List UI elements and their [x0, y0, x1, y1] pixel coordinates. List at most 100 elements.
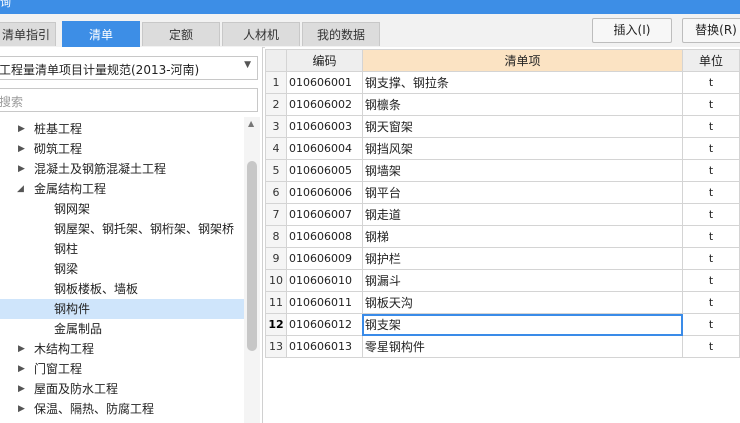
- cell-item[interactable]: 钢挡风架: [361, 137, 684, 160]
- row-number: 10: [265, 269, 287, 292]
- cell-item[interactable]: 钢护栏: [361, 247, 684, 270]
- cell-item[interactable]: 钢天窗架: [361, 115, 684, 138]
- table-row[interactable]: 3 010606003 钢天窗架 t: [265, 115, 740, 138]
- tree-item[interactable]: ▶ 混凝土及钢筋混凝土工程: [0, 159, 244, 179]
- cell-unit[interactable]: t: [682, 269, 740, 292]
- search-placeholder: 搜索: [0, 95, 24, 109]
- tree-item[interactable]: 钢梁: [0, 259, 244, 279]
- tree-item[interactable]: ▶ 桩基工程: [0, 119, 244, 139]
- tab-my-data[interactable]: 我的数据: [302, 22, 380, 46]
- row-number: 13: [265, 335, 287, 358]
- tree-item[interactable]: 钢柱: [0, 239, 244, 259]
- chevron-right-icon[interactable]: ▶: [18, 379, 25, 399]
- column-header-code[interactable]: 编码: [285, 49, 363, 72]
- cell-code[interactable]: 010606008: [285, 225, 363, 248]
- table-row[interactable]: 9 010606009 钢护栏 t: [265, 247, 740, 270]
- tree-item[interactable]: 钢屋架、钢托架、钢桁架、钢架桥: [0, 219, 244, 239]
- cell-code[interactable]: 010606013: [285, 335, 363, 358]
- chevron-right-icon[interactable]: ▶: [18, 159, 25, 179]
- tree-scrollbar[interactable]: ▲: [244, 117, 260, 423]
- cell-item[interactable]: 钢墙架: [361, 159, 684, 182]
- tree-item-selected[interactable]: 钢构件: [0, 299, 244, 319]
- cell-unit[interactable]: t: [682, 159, 740, 182]
- row-number: 3: [265, 115, 287, 138]
- search-input[interactable]: 搜索: [0, 88, 258, 112]
- table-row[interactable]: 7 010606007 钢走道 t: [265, 203, 740, 226]
- tree-item[interactable]: ▶ 屋面及防水工程: [0, 379, 244, 399]
- cell-unit[interactable]: t: [682, 225, 740, 248]
- cell-code[interactable]: 010606001: [285, 71, 363, 94]
- cell-item[interactable]: 钢檩条: [361, 93, 684, 116]
- cell-code[interactable]: 010606012: [285, 313, 363, 336]
- scrollbar-thumb[interactable]: [247, 161, 257, 351]
- row-number: 12: [265, 313, 287, 336]
- table-row[interactable]: 4 010606004 钢挡风架 t: [265, 137, 740, 160]
- tree-item[interactable]: ▶ 木结构工程: [0, 339, 244, 359]
- tab-bill[interactable]: 清单: [62, 21, 140, 47]
- table-row[interactable]: 2 010606002 钢檩条 t: [265, 93, 740, 116]
- table-row[interactable]: 5 010606005 钢墙架 t: [265, 159, 740, 182]
- cell-unit[interactable]: t: [682, 71, 740, 94]
- window-title: 询: [0, 0, 11, 9]
- spec-select[interactable]: 工程量清单项目计量规范(2013-河南) ▼: [0, 56, 258, 80]
- column-header-item[interactable]: 清单项: [361, 49, 684, 72]
- cell-item-focused[interactable]: 钢支架: [361, 313, 684, 336]
- spec-select-value: 工程量清单项目计量规范(2013-河南): [0, 63, 200, 77]
- tree-item[interactable]: 钢板楼板、墙板: [0, 279, 244, 299]
- cell-code[interactable]: 010606002: [285, 93, 363, 116]
- cell-unit[interactable]: t: [682, 203, 740, 226]
- cell-unit[interactable]: t: [682, 291, 740, 314]
- cell-unit[interactable]: t: [682, 115, 740, 138]
- cell-code[interactable]: 010606003: [285, 115, 363, 138]
- cell-item[interactable]: 钢梯: [361, 225, 684, 248]
- cell-code[interactable]: 010606009: [285, 247, 363, 270]
- table-row[interactable]: 8 010606008 钢梯 t: [265, 225, 740, 248]
- cell-unit[interactable]: t: [682, 313, 740, 336]
- cell-unit[interactable]: t: [682, 335, 740, 358]
- cell-code[interactable]: 010606006: [285, 181, 363, 204]
- tab-labor-material-machine[interactable]: 人材机: [222, 22, 300, 46]
- cell-item[interactable]: 钢平台: [361, 181, 684, 204]
- insert-button[interactable]: 插入(I): [592, 18, 672, 43]
- cell-item[interactable]: 钢支撑、钢拉条: [361, 71, 684, 94]
- chevron-down-icon[interactable]: ◢: [17, 179, 24, 199]
- cell-item[interactable]: 钢漏斗: [361, 269, 684, 292]
- cell-code[interactable]: 010606005: [285, 159, 363, 182]
- cell-code[interactable]: 010606007: [285, 203, 363, 226]
- chevron-right-icon[interactable]: ▶: [18, 399, 25, 419]
- table-row-current[interactable]: 12 010606012 钢支架 t: [265, 313, 740, 336]
- tree-item[interactable]: ▶ 门窗工程: [0, 359, 244, 379]
- tab-quota[interactable]: 定额: [142, 22, 220, 46]
- column-header-unit[interactable]: 单位: [682, 49, 740, 72]
- tab-bill-guide[interactable]: 清单指引: [0, 22, 56, 46]
- table-row[interactable]: 6 010606006 钢平台 t: [265, 181, 740, 204]
- cell-code[interactable]: 010606004: [285, 137, 363, 160]
- chevron-right-icon[interactable]: ▶: [18, 119, 25, 139]
- replace-button[interactable]: 替换(R): [682, 18, 740, 43]
- scroll-up-arrow-icon[interactable]: ▲: [248, 119, 254, 128]
- tree-item[interactable]: 钢网架: [0, 199, 244, 219]
- cell-item[interactable]: 钢板天沟: [361, 291, 684, 314]
- cell-code[interactable]: 010606011: [285, 291, 363, 314]
- table-row[interactable]: 11 010606011 钢板天沟 t: [265, 291, 740, 314]
- cell-unit[interactable]: t: [682, 247, 740, 270]
- chevron-right-icon[interactable]: ▶: [18, 359, 25, 379]
- cell-item[interactable]: 零星钢构件: [361, 335, 684, 358]
- cell-unit[interactable]: t: [682, 137, 740, 160]
- tree-item[interactable]: ◢ 金属结构工程: [0, 179, 244, 199]
- tree-item[interactable]: 金属制品: [0, 319, 244, 339]
- table-row[interactable]: 1 010606001 钢支撑、钢拉条 t: [265, 71, 740, 94]
- chevron-down-icon[interactable]: ▼: [244, 60, 251, 70]
- cell-unit[interactable]: t: [682, 181, 740, 204]
- cell-code[interactable]: 010606010: [285, 269, 363, 292]
- cell-item[interactable]: 钢走道: [361, 203, 684, 226]
- table-row[interactable]: 10 010606010 钢漏斗 t: [265, 269, 740, 292]
- category-tree: ▶ 桩基工程 ▶ 砌筑工程 ▶ 混凝土及钢筋混凝土工程 ◢ 金属结构工程 钢网架…: [0, 117, 244, 423]
- cell-unit[interactable]: t: [682, 93, 740, 116]
- chevron-right-icon[interactable]: ▶: [18, 139, 25, 159]
- tree-item[interactable]: ▶ 砌筑工程: [0, 139, 244, 159]
- table-row[interactable]: 13 010606013 零星钢构件 t: [265, 335, 740, 358]
- tree-item[interactable]: ▶ 保温、隔热、防腐工程: [0, 399, 244, 419]
- row-number: 1: [265, 71, 287, 94]
- chevron-right-icon[interactable]: ▶: [18, 339, 25, 359]
